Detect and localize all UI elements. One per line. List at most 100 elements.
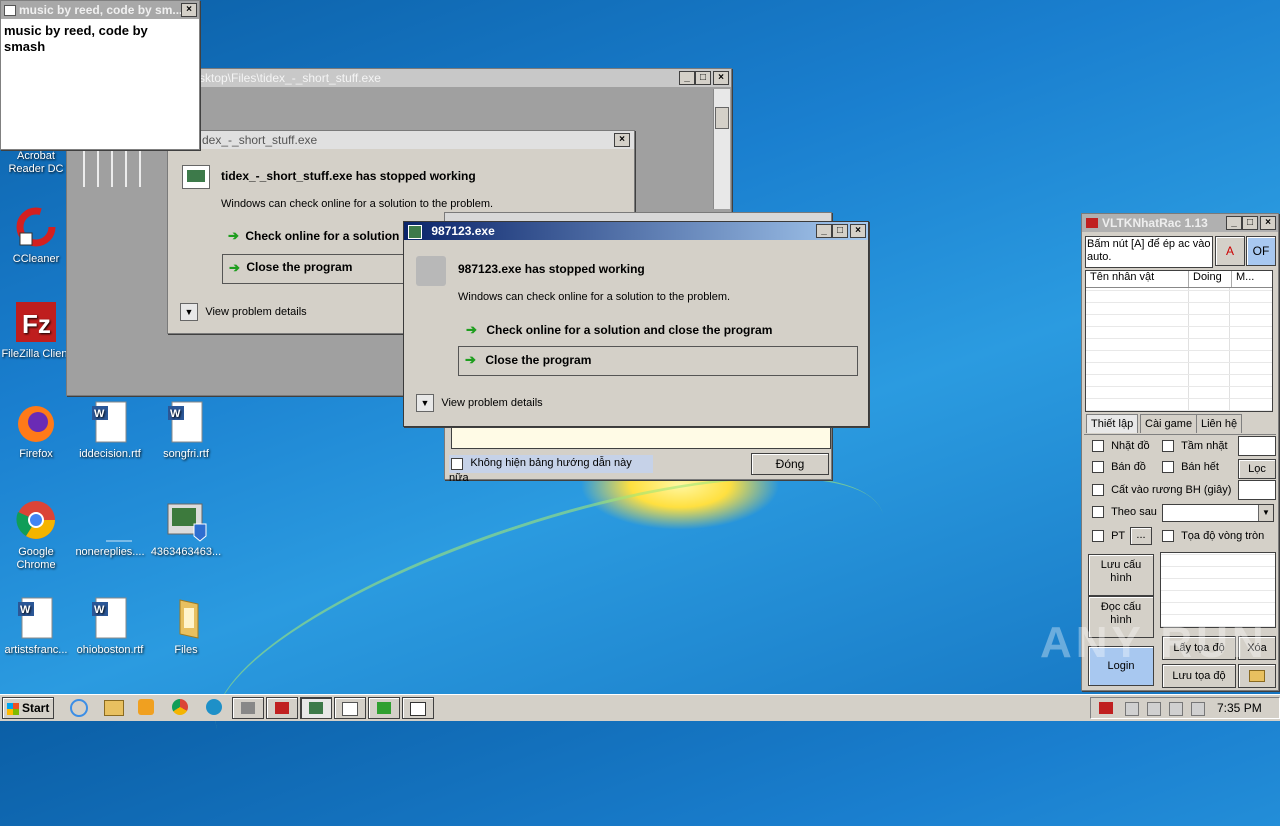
desktop-icon-label: Google Chrome: [16, 546, 56, 571]
tam-nhat-input[interactable]: [1238, 436, 1276, 456]
checkbox[interactable]: [1162, 530, 1174, 543]
taskbar-app-1[interactable]: [232, 697, 264, 719]
coordinate-list[interactable]: [1160, 552, 1276, 628]
pt-more-label: ...: [1136, 529, 1146, 541]
desktop-icon-nonereplies[interactable]: nonereplies....: [74, 498, 146, 559]
desktop-icon-files[interactable]: Files: [150, 596, 222, 657]
tidex-option-check-online[interactable]: ➔ Check online for a solution: [228, 229, 399, 243]
column-header[interactable]: Doing: [1189, 271, 1232, 287]
desktop-icon-iddecision[interactable]: W iddecision.rtf: [74, 400, 146, 461]
vltk-character-list[interactable]: Tên nhân vật Doing M...: [1085, 270, 1273, 412]
loc-button[interactable]: Lọc: [1238, 459, 1276, 479]
toa-do-vong-tron-option[interactable]: Tọa độ vòng tròn: [1162, 530, 1264, 543]
tidex-titlebar[interactable]: dex_-_short_stuff.exe: [168, 131, 634, 149]
taskbar-app-5[interactable]: [368, 697, 400, 719]
pt-more-button[interactable]: ...: [1130, 527, 1152, 545]
desktop-icon-firefox[interactable]: Firefox: [0, 400, 72, 461]
desktop-icon-installer[interactable]: 4363463463...: [150, 498, 222, 559]
start-label: Start: [22, 701, 50, 715]
tab-cai-game[interactable]: Cài game: [1140, 414, 1198, 433]
main-option-check-online[interactable]: ➔ Check online for a solution and close …: [466, 323, 772, 337]
quicklaunch-edge-icon[interactable]: [206, 699, 222, 715]
chevron-down-icon[interactable]: ▼: [416, 394, 434, 412]
desktop-icon-ohioboston[interactable]: W ohioboston.rtf: [74, 596, 146, 657]
close-dialog-button[interactable]: Đóng: [751, 453, 829, 475]
desktop-icon-chrome[interactable]: Google Chrome: [0, 498, 72, 572]
minimize-button[interactable]: _: [816, 224, 832, 238]
close-button[interactable]: ×: [181, 3, 197, 17]
checkbox[interactable]: [1092, 484, 1104, 497]
taskbar-app-4[interactable]: [334, 697, 366, 719]
main-option-close[interactable]: ➔ Close the program: [458, 346, 858, 376]
minimize-button[interactable]: _: [679, 71, 695, 85]
explorer-scrollbar[interactable]: [713, 89, 730, 209]
taskbar-app-6[interactable]: [402, 697, 434, 719]
scrollbar-thumb[interactable]: [715, 107, 729, 129]
clock[interactable]: 7:35 PM: [1217, 701, 1262, 715]
app-icon: [410, 702, 426, 716]
smash-window[interactable]: music by reed, code by sm... × music by …: [0, 0, 200, 150]
maximize-button[interactable]: □: [832, 224, 848, 238]
close-button[interactable]: ×: [614, 133, 630, 147]
tidex-heading: tidex_-_short_stuff.exe has stopped work…: [221, 169, 476, 183]
close-button[interactable]: ×: [713, 71, 729, 85]
chevron-down-icon[interactable]: ▼: [180, 303, 198, 321]
maximize-button[interactable]: □: [695, 71, 711, 85]
luu-cau-hinh-label: Lưu cấu hình: [1100, 559, 1142, 584]
main-view-details[interactable]: ▼ View problem details: [416, 394, 543, 412]
smash-titlebar[interactable]: music by reed, code by sm...: [1, 1, 199, 19]
pt-option[interactable]: PT: [1092, 530, 1125, 543]
theo-sau-option[interactable]: Theo sau: [1092, 506, 1157, 519]
cat-vao-input[interactable]: [1238, 480, 1276, 500]
luu-cau-hinh-button[interactable]: Lưu cấu hình: [1088, 554, 1154, 596]
desktop-icon-artistsfranc[interactable]: W artistsfranc...: [0, 596, 72, 657]
main-details-label: View problem details: [441, 397, 543, 410]
column-header[interactable]: Tên nhân vật: [1086, 271, 1189, 287]
checkbox[interactable]: [1092, 506, 1104, 519]
quicklaunch-media-icon[interactable]: [138, 699, 154, 715]
checkbox[interactable]: [1092, 461, 1104, 474]
vltk-a-button[interactable]: A: [1215, 236, 1245, 266]
column-header[interactable]: M...: [1232, 271, 1266, 287]
cat-vao-option[interactable]: Cất vào rương BH (giây): [1092, 484, 1231, 497]
checkbox[interactable]: [1162, 440, 1174, 453]
taskbar-app-987123[interactable]: [300, 697, 332, 719]
desktop-icon-acrobat[interactable]: Acrobat Reader DC: [0, 150, 72, 176]
main-error-dialog[interactable]: 987123.exe _ □ × 987123.exe has stopped …: [403, 221, 869, 427]
helper-text-area[interactable]: [451, 425, 831, 449]
vltk-of-button[interactable]: OF: [1246, 236, 1276, 266]
start-button[interactable]: Start: [2, 697, 54, 719]
tray-app-icon[interactable]: [1099, 702, 1113, 714]
desktop-icon-ccleaner[interactable]: CCleaner: [0, 205, 72, 266]
tam-nhat-option[interactable]: Tầm nhặt: [1162, 440, 1228, 453]
tidex-view-details[interactable]: ▼ View problem details: [180, 303, 307, 321]
quicklaunch-chrome-icon[interactable]: [172, 699, 188, 715]
checkbox[interactable]: [1092, 440, 1104, 453]
helper-dont-show-checkbox[interactable]: Không hiện bảng hướng dẫn này nữa: [449, 455, 653, 484]
checkbox[interactable]: [1092, 530, 1104, 543]
chevron-down-icon[interactable]: ▼: [1258, 505, 1273, 521]
maximize-button[interactable]: □: [1242, 216, 1258, 230]
minimize-button[interactable]: _: [1226, 216, 1242, 230]
close-button[interactable]: ×: [1260, 216, 1276, 230]
theo-sau-select[interactable]: ▼: [1162, 504, 1274, 522]
tab-lien-he[interactable]: Liên hệ: [1196, 414, 1243, 433]
desktop-icon-songfri[interactable]: W songfri.rtf: [150, 400, 222, 461]
volume-icon[interactable]: [1147, 702, 1161, 716]
nhat-do-option[interactable]: Nhặt đồ: [1092, 440, 1150, 453]
close-button[interactable]: ×: [850, 224, 866, 238]
security-icon[interactable]: [1191, 702, 1205, 716]
taskbar-app-vltk[interactable]: [266, 697, 298, 719]
word-doc-icon: W: [14, 596, 58, 640]
quicklaunch-explorer-icon[interactable]: [104, 700, 124, 716]
network-icon[interactable]: [1169, 702, 1183, 716]
ban-do-option[interactable]: Bán đồ: [1092, 461, 1146, 474]
flag-icon[interactable]: [1125, 702, 1139, 716]
desktop-icon-filezilla[interactable]: Fz FileZilla Client: [0, 300, 72, 361]
quicklaunch-ie-icon[interactable]: [70, 699, 88, 717]
ban-het-option[interactable]: Bán hết: [1162, 461, 1219, 474]
main-titlebar[interactable]: 987123.exe: [404, 222, 868, 240]
checkbox[interactable]: [1162, 461, 1174, 474]
tab-thiet-lap[interactable]: Thiết lập: [1086, 414, 1139, 433]
checkbox[interactable]: [451, 458, 463, 471]
